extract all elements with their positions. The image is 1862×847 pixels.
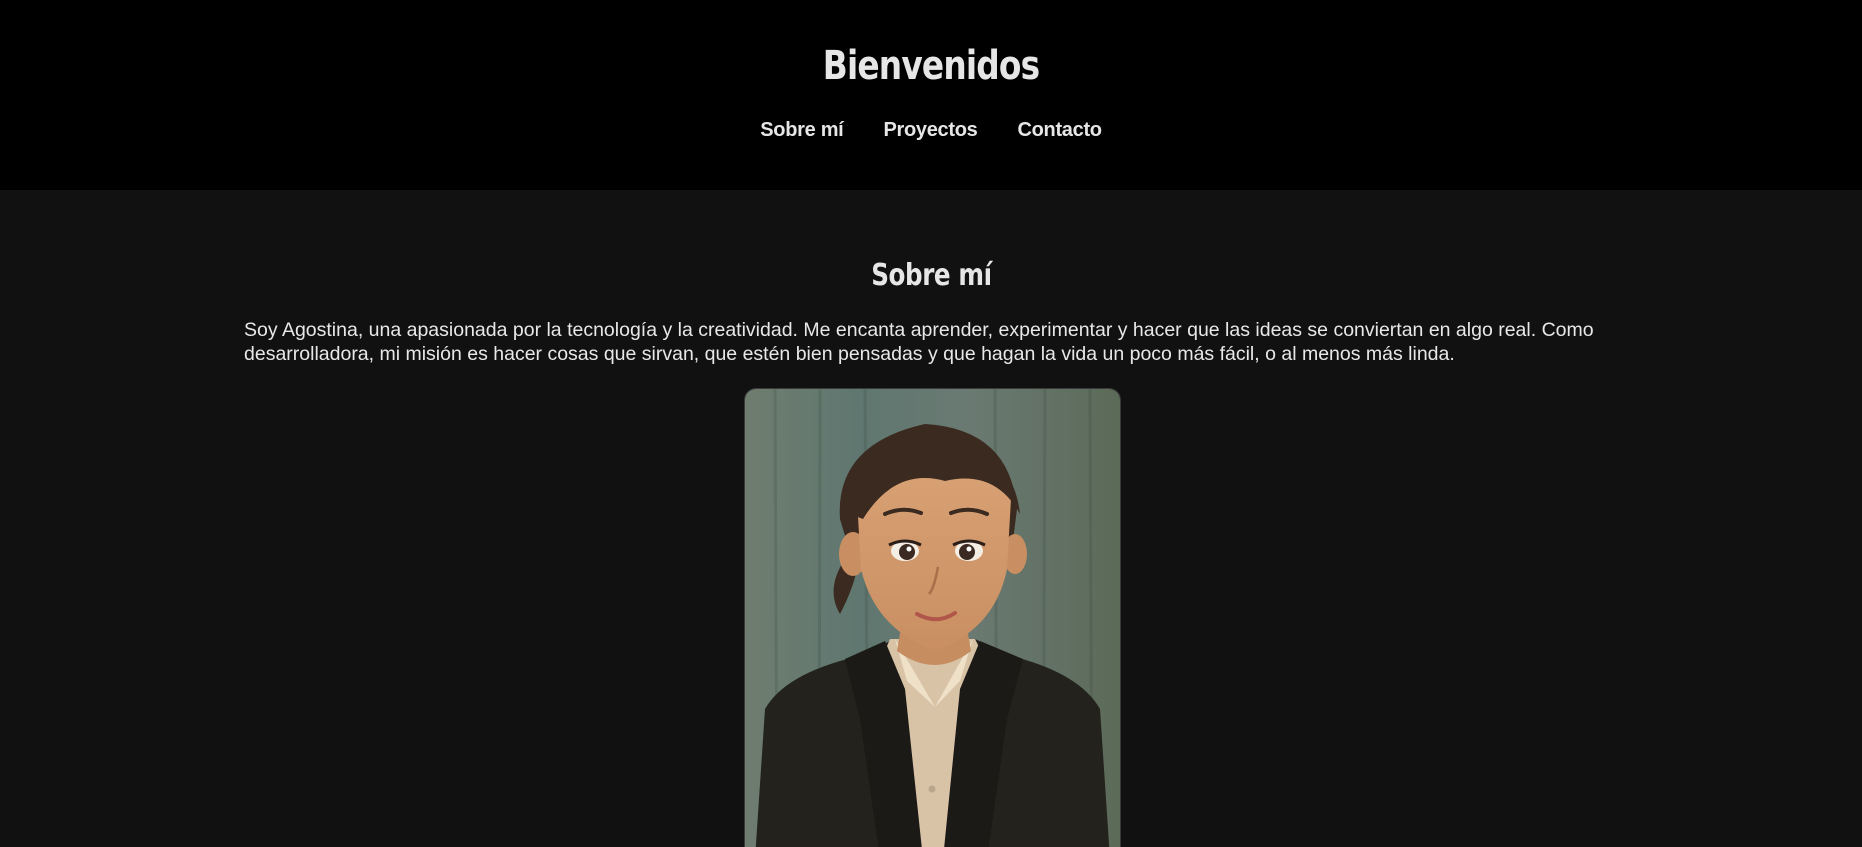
nav-link-proyectos[interactable]: Proyectos: [883, 110, 977, 150]
nav-link-sobre-mi[interactable]: Sobre mí: [760, 110, 843, 150]
nav-link-contacto[interactable]: Contacto: [1017, 110, 1102, 150]
section-heading-text: Sobre mí: [870, 258, 992, 293]
section-heading: Sobre mí: [0, 256, 1862, 296]
site-header: Bienvenidos Sobre mí Proyectos Contacto: [0, 0, 1862, 190]
bio-paragraph: Soy Agostina, una apasionada por la tecn…: [244, 319, 1594, 365]
about-section: Sobre mí Soy Agostina, una apasionada po…: [0, 190, 1862, 847]
profile-portrait: [744, 388, 1121, 847]
site-title: Bienvenidos: [822, 43, 1040, 89]
main-nav: Sobre mí Proyectos Contacto: [0, 110, 1862, 150]
